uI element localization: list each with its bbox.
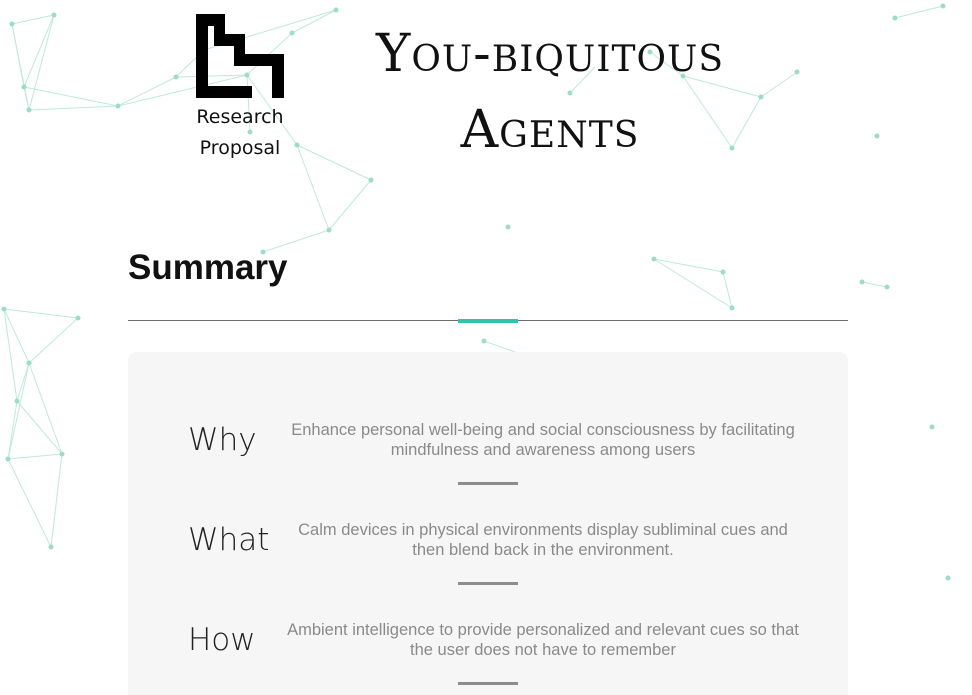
- site-title-line-2: Agents: [460, 100, 640, 160]
- summary-card: Why Enhance personal well-being and soci…: [128, 352, 848, 695]
- summary-row-what: What Calm devices in physical environmen…: [128, 510, 848, 570]
- row-label-why: Why: [188, 422, 257, 458]
- logo-caption-line-2: Proposal: [199, 137, 281, 159]
- row-divider: [458, 682, 518, 685]
- row-label-what: What: [188, 522, 270, 558]
- summary-row-how: How Ambient intelligence to provide pers…: [128, 610, 848, 670]
- row-divider: [458, 482, 518, 485]
- summary-heading: Summary: [128, 248, 288, 287]
- logo-caption: Research Proposal: [184, 102, 296, 164]
- row-text-how: Ambient intelligence to provide personal…: [287, 621, 799, 659]
- row-text-what: Calm devices in physical environments di…: [298, 521, 788, 559]
- row-divider: [458, 582, 518, 585]
- page: Research Proposal You-biquitous Agents S…: [0, 0, 972, 695]
- site-title-line-1: You-biquitous: [375, 24, 725, 84]
- stepped-block-logo-icon: [196, 14, 284, 98]
- logo-caption-line-1: Research: [196, 106, 284, 128]
- site-title: You-biquitous Agents: [320, 16, 780, 168]
- row-text-why: Enhance personal well-being and social c…: [291, 421, 795, 459]
- summary-accent-bar: [458, 319, 518, 323]
- summary-row-why: Why Enhance personal well-being and soci…: [128, 410, 848, 470]
- row-label-how: How: [188, 622, 256, 658]
- research-proposal-logo[interactable]: Research Proposal: [184, 12, 296, 164]
